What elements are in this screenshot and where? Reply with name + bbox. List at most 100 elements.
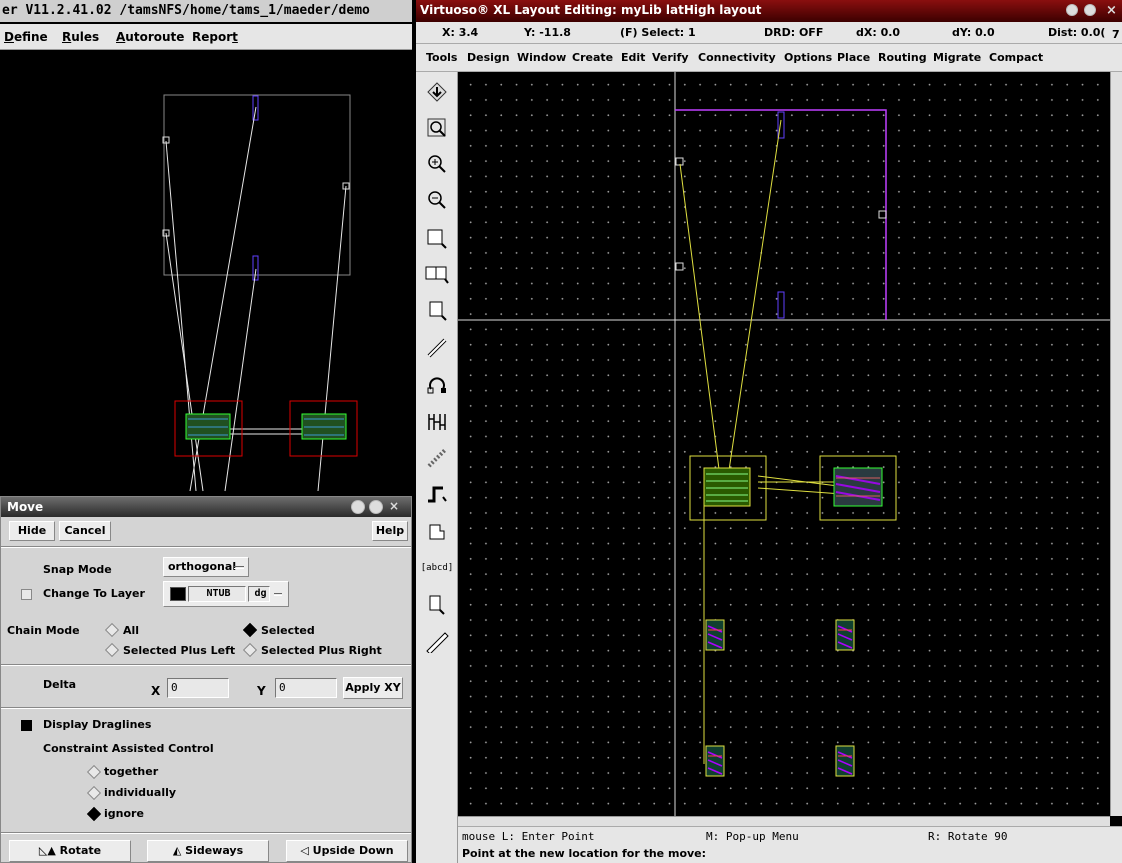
change-to-layer-checkbox[interactable] <box>21 589 32 600</box>
sideways-button[interactable]: ◭ Sideways <box>147 840 269 862</box>
together-radio[interactable] <box>86 764 102 780</box>
delta-label: Delta <box>43 678 77 691</box>
snap-mode-select[interactable]: orthogonal <box>163 557 249 577</box>
dropdown-icon <box>274 593 282 596</box>
select-icon[interactable] <box>419 588 455 620</box>
menu-compact[interactable]: Compact <box>989 51 1043 64</box>
delta-x-label: X <box>151 684 161 698</box>
layer-select[interactable]: NTUB dg <box>163 581 289 607</box>
delta-x-input[interactable]: 0 <box>167 678 229 698</box>
coordinate-bar: X: 3.4 Y: -11.8 (F) Select: 1 DRD: OFF d… <box>416 22 1122 44</box>
rotate-icon: ◺▲ <box>38 844 60 857</box>
menu-migrate[interactable]: Migrate <box>933 51 981 64</box>
rotate-button[interactable]: ◺▲ Rotate <box>9 840 131 862</box>
display-draglines-checkbox[interactable] <box>21 720 32 731</box>
rotate-label: Rotate <box>59 844 102 857</box>
undo-icon[interactable] <box>419 368 455 400</box>
chain-selected-label: Selected <box>261 624 315 637</box>
mouse-m-status: M: Pop-up Menu <box>706 830 799 843</box>
copy-icon[interactable] <box>419 258 455 290</box>
zoom-fit-icon[interactable] <box>419 112 455 144</box>
ruler-icon[interactable] <box>419 626 455 658</box>
tool-palette: [abcd] <box>416 72 458 863</box>
minimize-icon[interactable] <box>351 500 365 514</box>
menu-options[interactable]: Options <box>784 51 832 64</box>
left-window-title: er V11.2.41.02 /tamsNFS/home/tams_1/maed… <box>0 0 412 22</box>
chain-mode-label: Chain Mode <box>7 624 80 637</box>
snap-mode-value: orthogonal <box>168 560 237 573</box>
maximize-icon[interactable] <box>1084 4 1096 16</box>
chain-selected-plus-right-label: Selected Plus Right <box>261 644 382 657</box>
dy-value: dY: 0.0 <box>952 26 995 39</box>
cell-boundary <box>675 109 887 320</box>
divider <box>1 546 411 548</box>
stretch-icon[interactable] <box>419 222 455 254</box>
menu-create[interactable]: Create <box>572 51 613 64</box>
individually-label: individually <box>104 786 177 799</box>
chain-all-radio[interactable] <box>104 622 120 638</box>
sideways-icon: ◭ <box>172 844 186 857</box>
delta-y-input[interactable]: 0 <box>275 678 337 698</box>
mouse-r-status: R: Rotate 90 <box>928 830 1008 843</box>
chain-selected-plus-left-label: Selected Plus Left <box>123 644 236 657</box>
menu-tools[interactable]: Tools <box>426 51 457 64</box>
menu-edit[interactable]: Edit <box>621 51 645 64</box>
drd-status: DRD: OFF <box>764 26 824 39</box>
menu-autoroute[interactable]: Autoroute <box>116 30 184 44</box>
sideways-label: Sideways <box>185 844 244 857</box>
delta-y-label: Y <box>257 684 266 698</box>
overflow-value: 7 <box>1112 28 1120 41</box>
right-window: Virtuoso® XL Layout Editing: myLib latHi… <box>416 0 1122 863</box>
chain-selected-plus-left-radio[interactable] <box>104 642 120 658</box>
chain-all-label: All <box>123 624 140 637</box>
hide-button[interactable]: Hide <box>9 521 55 541</box>
dist-value: Dist: 0.0( <box>1048 26 1106 39</box>
close-icon[interactable]: × <box>1106 1 1117 21</box>
step-icon[interactable] <box>419 478 455 510</box>
command-prompt: Point at the new location for the move: <box>458 845 1122 863</box>
left-layout-canvas[interactable] <box>0 51 412 496</box>
menu-report[interactable]: Report <box>192 30 238 44</box>
maximize-icon[interactable] <box>369 500 383 514</box>
menu-window[interactable]: Window <box>517 51 566 64</box>
menu-routing[interactable]: Routing <box>878 51 927 64</box>
menu-connectivity[interactable]: Connectivity <box>698 51 776 64</box>
menu-place[interactable]: Place <box>837 51 870 64</box>
display-draglines-label: Display Draglines <box>43 718 152 731</box>
move-title-text: Move <box>7 500 44 514</box>
select-count: (F) Select: 1 <box>620 26 696 39</box>
layer-purpose-field: dg <box>248 586 270 602</box>
chain-selected-plus-right-radio[interactable] <box>242 642 258 658</box>
change-to-layer-label: Change To Layer <box>43 587 145 600</box>
menu-rules[interactable]: Rules <box>62 30 99 44</box>
array-icon[interactable] <box>419 406 455 438</box>
zoom-out-icon[interactable] <box>419 184 455 216</box>
snap-mode-label: Snap Mode <box>43 563 112 576</box>
individually-radio[interactable] <box>86 785 102 801</box>
divider <box>1 664 411 666</box>
x-coord: X: 3.4 <box>442 26 479 39</box>
menu-verify[interactable]: Verify <box>652 51 689 64</box>
apply-xy-button[interactable]: Apply XY <box>343 677 403 699</box>
save-icon[interactable] <box>419 76 455 108</box>
cancel-button[interactable]: Cancel <box>59 521 111 541</box>
zoom-in-icon[interactable] <box>419 148 455 180</box>
chain-selected-radio[interactable] <box>242 622 258 638</box>
upside-down-button[interactable]: ◁ Upside Down <box>286 840 408 862</box>
layout-canvas[interactable] <box>458 72 1110 816</box>
path-icon[interactable] <box>419 332 455 364</box>
horizontal-scrollbar[interactable] <box>458 816 1110 826</box>
ignore-radio[interactable] <box>86 806 102 822</box>
label-icon[interactable]: [abcd] <box>419 552 455 584</box>
menu-define[interactable]: Define <box>4 30 48 44</box>
upside-down-label: Upside Down <box>312 844 394 857</box>
vertical-scrollbar[interactable] <box>1110 72 1122 816</box>
menu-design[interactable]: Design <box>467 51 510 64</box>
wire-icon[interactable] <box>419 442 455 474</box>
move-icon[interactable] <box>419 294 455 326</box>
upside-down-icon: ◁ <box>300 844 313 857</box>
help-button[interactable]: Help <box>372 521 408 541</box>
close-icon[interactable]: × <box>389 500 403 514</box>
minimize-icon[interactable] <box>1066 4 1078 16</box>
polygon-icon[interactable] <box>419 516 455 548</box>
